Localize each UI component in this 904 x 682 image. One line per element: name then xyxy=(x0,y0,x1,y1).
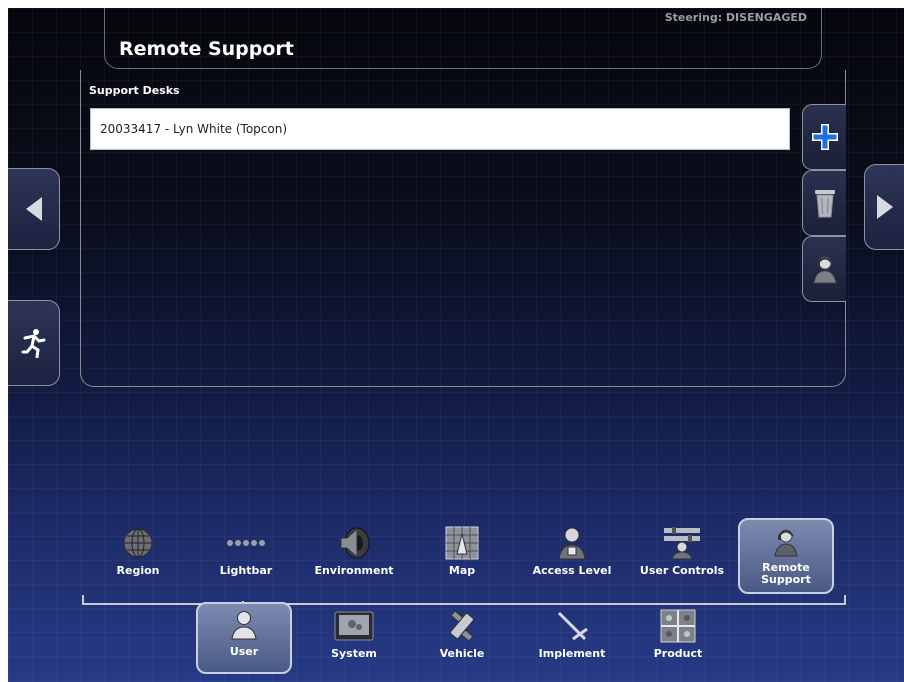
support-person-icon xyxy=(812,256,837,284)
menu-system-label: System xyxy=(331,647,377,660)
menu-user[interactable]: User xyxy=(196,602,292,674)
menu-environment[interactable]: Environment xyxy=(306,523,402,593)
menu-implement-label: Implement xyxy=(538,647,606,660)
product-icon xyxy=(660,609,696,643)
menu-vehicle[interactable]: Vehicle xyxy=(414,606,510,676)
speaker-icon xyxy=(340,527,370,559)
support-desks-label: Support Desks xyxy=(89,84,180,97)
menu-product[interactable]: Product xyxy=(630,606,726,676)
menu-implement[interactable]: Implement xyxy=(524,606,620,676)
trash-icon xyxy=(814,190,835,218)
plus-icon xyxy=(811,124,838,150)
steering-status: Steering: DISENGAGED xyxy=(664,11,807,24)
user-controls-icon xyxy=(664,527,700,560)
map-icon xyxy=(445,526,479,560)
menu-user-label: User xyxy=(229,645,259,658)
globe-icon xyxy=(123,528,153,558)
implement-icon xyxy=(557,611,588,641)
next-page-button[interactable] xyxy=(864,164,904,250)
menu-bracket xyxy=(82,595,846,605)
right-arrow-icon xyxy=(876,195,893,219)
header-panel: Steering: DISENGAGED Remote Support xyxy=(104,8,822,69)
lightbar-icon xyxy=(227,540,265,546)
contact-support-button[interactable] xyxy=(802,236,846,302)
user-icon xyxy=(231,611,257,640)
page-title: Remote Support xyxy=(119,38,294,60)
menu-lightbar-label: Lightbar xyxy=(219,564,273,577)
menu-user-controls-label: User Controls xyxy=(639,564,725,577)
menu-access-level[interactable]: Access Level xyxy=(524,523,620,593)
exit-runner-icon xyxy=(21,329,45,358)
menu-region[interactable]: Region xyxy=(90,523,186,593)
menu-access-level-label: Access Level xyxy=(532,564,612,577)
menu-map[interactable]: Map xyxy=(414,523,510,593)
add-support-desk-button[interactable] xyxy=(802,104,846,170)
menu-remote-support-label: Remote Support xyxy=(761,561,811,586)
support-desk-list-item[interactable]: 20033417 - Lyn White (Topcon) xyxy=(90,108,790,150)
menu-lightbar[interactable]: Lightbar xyxy=(198,523,294,593)
menu-vehicle-label: Vehicle xyxy=(439,647,485,660)
left-arrow-icon xyxy=(25,197,42,221)
menu-user-controls[interactable]: User Controls xyxy=(634,523,730,593)
exit-button[interactable] xyxy=(8,300,60,386)
menu-map-label: Map xyxy=(448,564,476,577)
menu-remote-support[interactable]: Remote Support xyxy=(738,518,834,594)
delete-support-desk-button[interactable] xyxy=(802,170,846,236)
satellite-icon xyxy=(450,610,474,642)
user-badge-icon xyxy=(558,527,586,560)
app-screen: Steering: DISENGAGED Remote Support Supp… xyxy=(8,8,904,682)
console-icon xyxy=(334,611,374,641)
menu-system[interactable]: System xyxy=(306,606,402,676)
previous-page-button[interactable] xyxy=(8,168,60,250)
support-person-icon xyxy=(774,529,798,557)
menu-product-label: Product xyxy=(653,647,703,660)
menu-region-label: Region xyxy=(116,564,160,577)
menu-environment-label: Environment xyxy=(314,564,394,577)
